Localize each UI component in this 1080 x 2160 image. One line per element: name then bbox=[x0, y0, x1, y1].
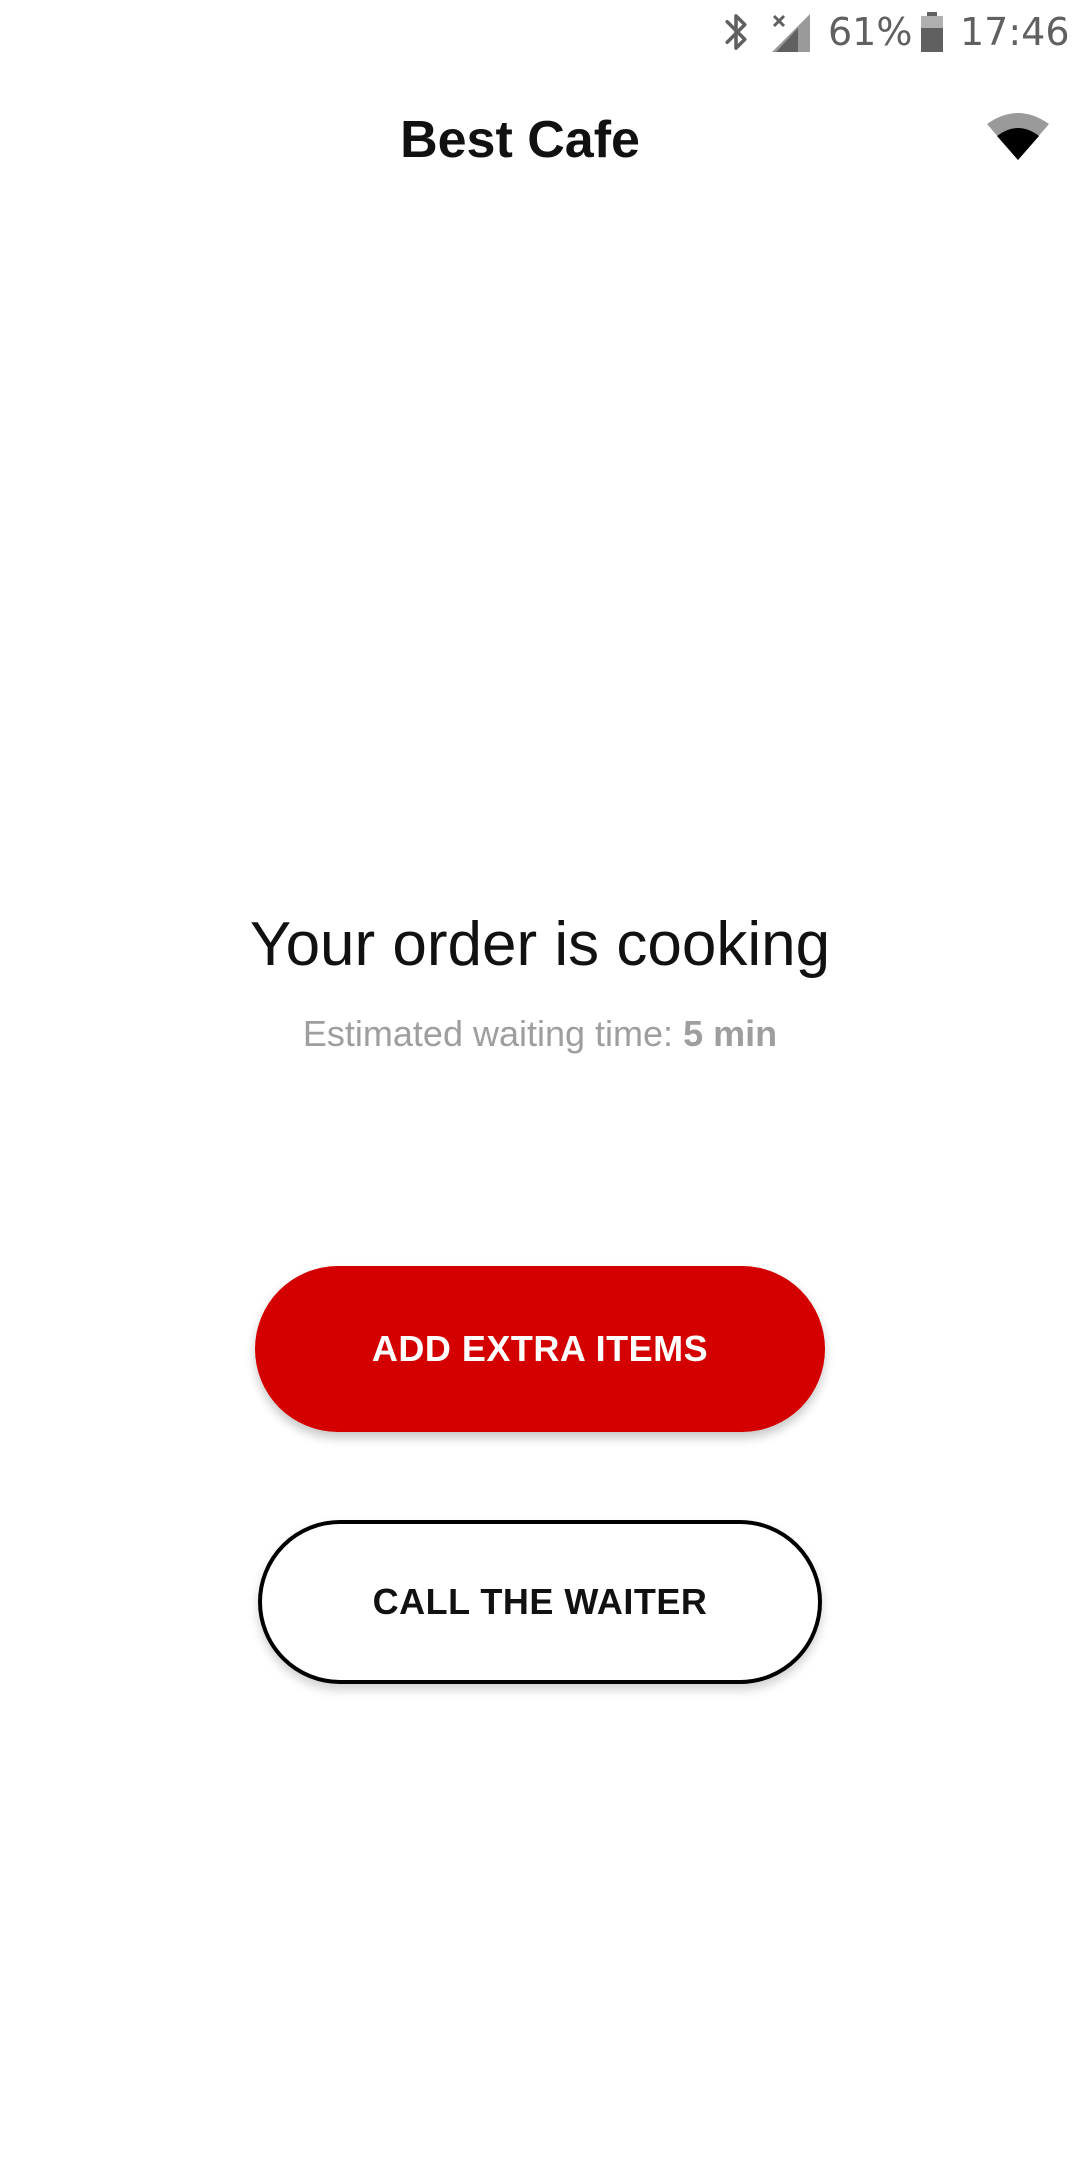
app-header: Best Cafe bbox=[0, 90, 1080, 190]
eta-label: Estimated waiting time: bbox=[302, 1013, 674, 1054]
battery-percentage: 61% bbox=[828, 10, 913, 54]
clock: 17:46 bbox=[960, 10, 1070, 54]
add-extra-items-button[interactable]: ADD EXTRA ITEMS bbox=[255, 1266, 825, 1432]
signal-icon bbox=[772, 14, 810, 52]
call-waiter-button[interactable]: CALL THE WAITER bbox=[258, 1520, 822, 1684]
estimated-wait-line: Estimated waiting time: 5 min bbox=[0, 1010, 1080, 1058]
status-bar: 61% 17:46 bbox=[0, 0, 1080, 64]
eta-value: 5 min bbox=[683, 1013, 778, 1054]
wifi-icon[interactable] bbox=[985, 110, 1051, 162]
bluetooth-icon bbox=[725, 14, 747, 50]
page-title: Best Cafe bbox=[400, 111, 640, 169]
order-status-title: Your order is cooking bbox=[249, 910, 831, 979]
battery-icon bbox=[921, 12, 943, 52]
